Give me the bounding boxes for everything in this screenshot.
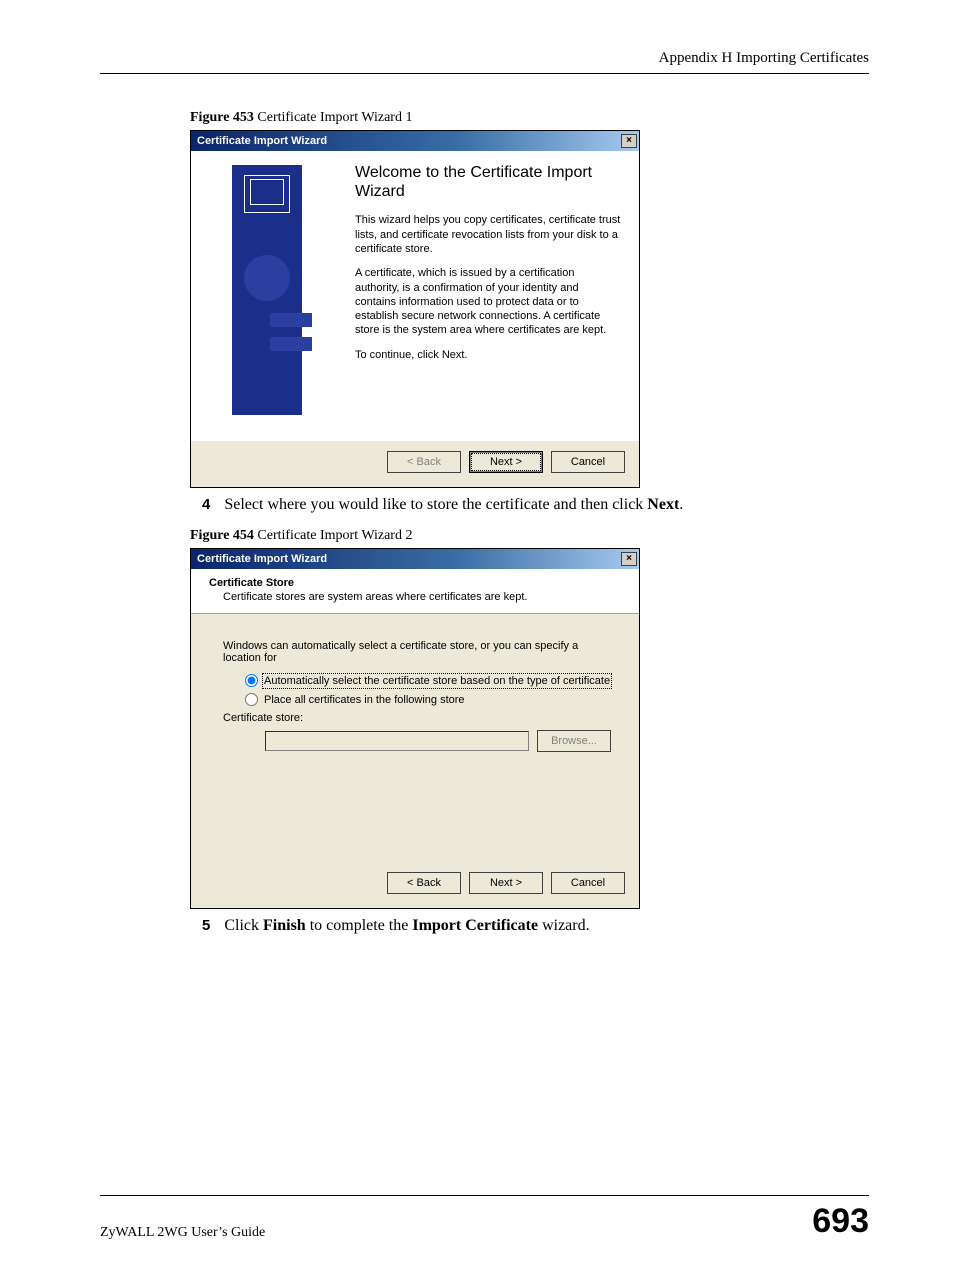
close-icon[interactable]: ×: [621, 134, 637, 148]
back-button[interactable]: < Back: [387, 451, 461, 473]
wizard1-title: Certificate Import Wizard: [197, 135, 327, 147]
page-footer: ZyWALL 2WG User’s Guide 693: [100, 1195, 869, 1241]
radio-place-store-label: Place all certificates in the following …: [264, 694, 465, 706]
back-button[interactable]: < Back: [387, 872, 461, 894]
wizard2-subheader: Certificate Store Certificate stores are…: [191, 569, 639, 614]
wizard1-paragraph-1: This wizard helps you copy certificates,…: [355, 213, 621, 256]
step-5: 5 Click Finish to complete the Import Ce…: [190, 917, 859, 935]
radio-place-store[interactable]: Place all certificates in the following …: [245, 693, 611, 706]
step-4: 4 Select where you would like to store t…: [190, 496, 859, 514]
cancel-button[interactable]: Cancel: [551, 872, 625, 894]
wizard1-paragraph-3: To continue, click Next.: [355, 348, 621, 362]
certificate-store-label: Certificate store:: [223, 712, 303, 724]
radio-auto-select-label: Automatically select the certificate sto…: [264, 675, 610, 687]
step-5-text: Click Finish to complete the Import Cert…: [224, 917, 589, 935]
next-button[interactable]: Next >: [469, 872, 543, 894]
radio-place-store-input[interactable]: [245, 693, 258, 706]
wizard2-dialog: Certificate Import Wizard × Certificate …: [190, 548, 640, 909]
radio-auto-select-input[interactable]: [245, 674, 258, 687]
wizard1-dialog: Certificate Import Wizard × Welcome to t…: [190, 130, 640, 488]
figure-453-number: Figure 453: [190, 110, 254, 125]
wizard2-subheader-title: Certificate Store: [209, 577, 613, 589]
next-button[interactable]: Next >: [469, 451, 543, 473]
wizard2-titlebar: Certificate Import Wizard ×: [191, 549, 639, 569]
page-header-section: Appendix H Importing Certificates: [100, 50, 869, 67]
cancel-button[interactable]: Cancel: [551, 451, 625, 473]
wizard2-body-text: Windows can automatically select a certi…: [223, 640, 611, 664]
wizard2-title: Certificate Import Wizard: [197, 553, 327, 565]
step-4-number: 4: [202, 496, 210, 513]
wizard2-button-row: < Back Next > Cancel: [191, 862, 639, 908]
close-icon[interactable]: ×: [621, 552, 637, 566]
figure-453-caption: Figure 453 Certificate Import Wizard 1: [190, 110, 859, 126]
wizard1-titlebar: Certificate Import Wizard ×: [191, 131, 639, 151]
step-4-text: Select where you would like to store the…: [224, 496, 683, 514]
step-5-number: 5: [202, 917, 210, 934]
figure-454-title: Certificate Import Wizard 2: [254, 528, 413, 543]
browse-button[interactable]: Browse...: [537, 730, 611, 752]
wizard1-paragraph-2: A certificate, which is issued by a cert…: [355, 266, 621, 337]
figure-454-caption: Figure 454 Certificate Import Wizard 2: [190, 528, 859, 544]
wizard1-banner-graphic: [191, 151, 343, 441]
wizard1-heading: Welcome to the Certificate Import Wizard: [355, 163, 621, 201]
figure-453-title: Certificate Import Wizard 1: [254, 110, 413, 125]
wizard1-button-row: < Back Next > Cancel: [191, 441, 639, 487]
footer-guide-name: ZyWALL 2WG User’s Guide: [100, 1225, 265, 1241]
radio-auto-select[interactable]: Automatically select the certificate sto…: [245, 674, 611, 687]
header-divider: [100, 73, 869, 74]
certificate-store-input: [265, 731, 529, 751]
footer-page-number: 693: [812, 1202, 869, 1241]
figure-454-number: Figure 454: [190, 528, 254, 543]
wizard2-subheader-subtitle: Certificate stores are system areas wher…: [223, 591, 613, 603]
